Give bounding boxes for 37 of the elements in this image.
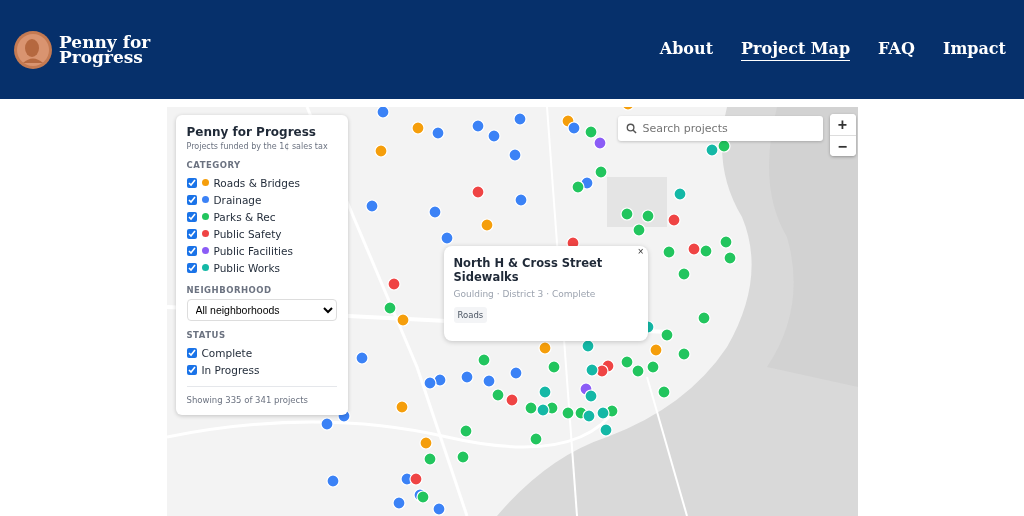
category-checkbox[interactable]: [186, 177, 197, 188]
section-heading: CATEGORY: [186, 160, 242, 170]
category-checkbox[interactable]: [186, 194, 197, 205]
neighborhood-select[interactable]: All neighborhoods: [186, 299, 337, 321]
category-tag: Roads: [453, 307, 488, 323]
category-checkbox[interactable]: [186, 211, 197, 222]
panel-subtitle: Projects funded by the 1¢ sales tax: [186, 142, 329, 151]
category-label: Public Works: [213, 261, 280, 274]
section-heading: NEIGHBORHOOD: [186, 285, 273, 295]
category-checkbox[interactable]: [186, 228, 197, 239]
nav-link[interactable]: FAQ: [878, 38, 915, 61]
nav-link[interactable]: About: [659, 38, 714, 61]
category-label: Public Facilities: [213, 244, 293, 257]
search-icon: [625, 123, 637, 134]
penny-coin-icon: [13, 29, 53, 70]
status-label: Complete: [201, 346, 253, 359]
popup-title: North H & Cross Street Sidewalks: [453, 256, 604, 284]
search-field[interactable]: Search projects: [617, 116, 823, 141]
status-checkbox[interactable]: [186, 347, 197, 358]
category-label: Parks & Rec: [213, 210, 276, 223]
nav-link[interactable]: Project Map: [741, 38, 851, 61]
nav-link[interactable]: Impact: [942, 38, 1006, 61]
results-count: Showing 335 of 341 projects: [186, 386, 337, 405]
category-checkbox[interactable]: [186, 245, 197, 256]
section-heading: STATUS: [186, 330, 227, 340]
category-checkbox[interactable]: [186, 262, 197, 273]
status-checkbox[interactable]: [186, 364, 197, 375]
panel-title: Penny for Progress: [186, 125, 317, 139]
category-label: Drainage: [213, 193, 262, 206]
close-button[interactable]: ×: [637, 246, 644, 257]
category-label: Roads & Bridges: [213, 176, 300, 189]
status-label: In Progress: [201, 363, 260, 376]
zoom-out-button[interactable]: −: [829, 135, 856, 156]
site-logo-text[interactable]: Penny for Progress: [59, 34, 159, 65]
popup-meta: Goulding · District 3 · Complete: [453, 289, 597, 299]
zoom-in-button[interactable]: +: [829, 114, 856, 135]
category-label: Public Safety: [213, 227, 282, 240]
